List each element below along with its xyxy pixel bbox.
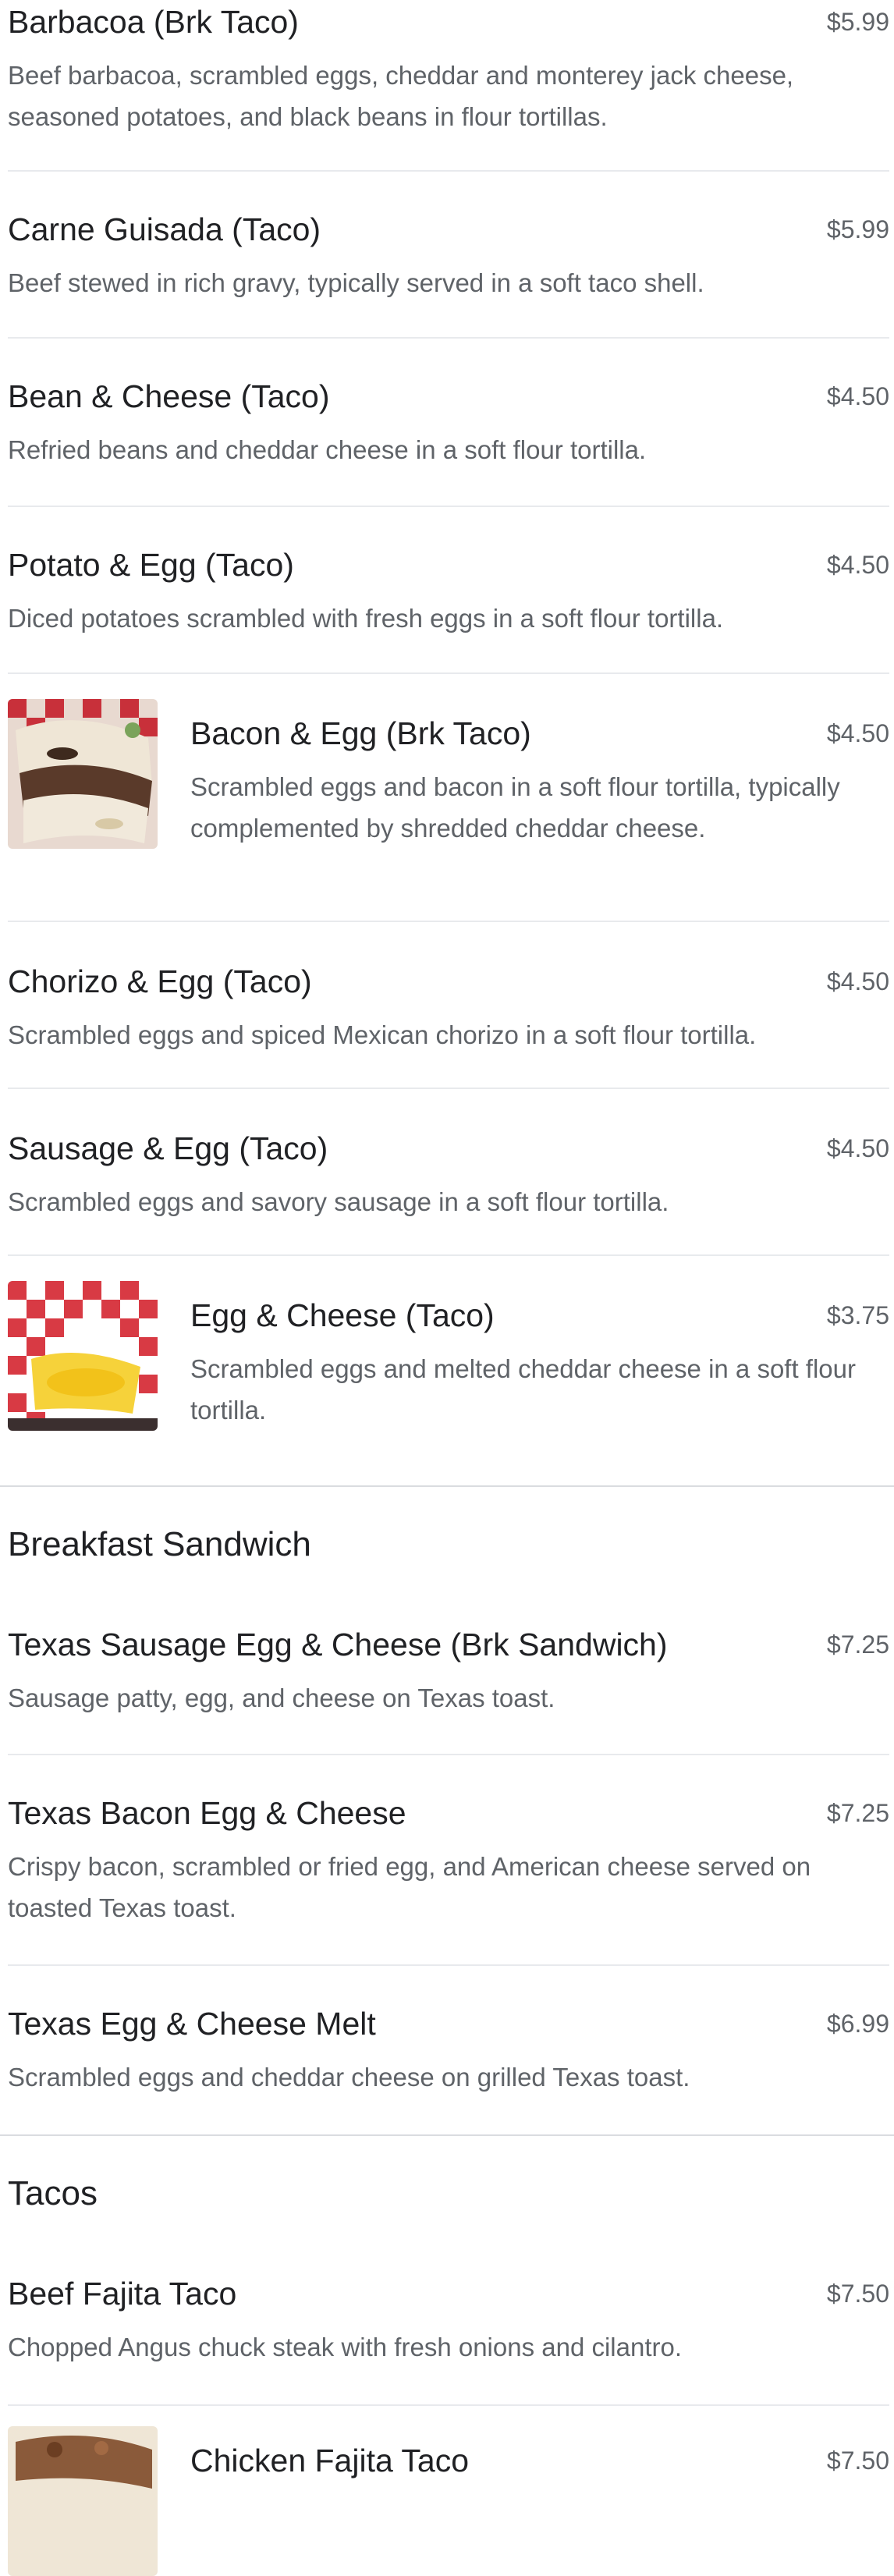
item-description: Beef barbacoa, scrambled eggs, cheddar a… (8, 61, 794, 131)
item-description: Scrambled eggs and savory sausage in a s… (8, 1187, 669, 1216)
section-divider (0, 2134, 894, 2136)
item-price: $5.99 (826, 215, 889, 243)
menu-page: Barbacoa (Brk Taco) $5.99 Beef barbacoa,… (0, 0, 894, 2576)
item-price: $4.50 (826, 719, 889, 747)
item-title: Texas Sausage Egg & Cheese (Brk Sandwich… (8, 1627, 668, 1662)
item-title: Chicken Fajita Taco (190, 2443, 470, 2478)
item-description: Diced potatoes scrambled with fresh eggs… (8, 604, 724, 633)
divider (8, 506, 889, 507)
item-description: Scrambled eggs and bacon in a soft flour… (190, 772, 840, 843)
item-title: Barbacoa (Brk Taco) (8, 4, 299, 40)
item-description: Scrambled eggs and spiced Mexican choriz… (8, 1020, 757, 1049)
item-description: Chopped Angus chuck steak with fresh oni… (8, 2333, 683, 2361)
divider (8, 921, 889, 922)
item-price: $4.50 (826, 1134, 889, 1162)
item-price: $4.50 (826, 551, 889, 579)
divider (8, 1964, 889, 1966)
item-photo[interactable] (8, 2426, 158, 2576)
section-divider (0, 1485, 894, 1487)
item-title: Chorizo & Egg (Taco) (8, 963, 312, 999)
divider (8, 1254, 889, 1256)
item-title: Carne Guisada (Taco) (8, 211, 321, 247)
item-description: Beef stewed in rich gravy, typically ser… (8, 268, 704, 297)
divider (8, 1754, 889, 1755)
divider (8, 2404, 889, 2406)
item-description: Refried beans and cheddar cheese in a so… (8, 435, 647, 464)
item-price: $7.25 (826, 1799, 889, 1827)
item-description: Scrambled eggs and melted cheddar cheese… (190, 1354, 857, 1425)
item-description: Sausage patty, egg, and cheese on Texas … (8, 1684, 555, 1712)
item-title: Potato & Egg (Taco) (8, 547, 294, 583)
item-photo[interactable] (8, 699, 158, 849)
item-price: $4.50 (826, 382, 889, 410)
item-description: Crispy bacon, scrambled or fried egg, an… (8, 1852, 811, 1922)
item-price: $5.99 (826, 8, 889, 36)
item-title: Bacon & Egg (Brk Taco) (190, 715, 531, 751)
item-title: Texas Egg & Cheese Melt (8, 2006, 376, 2042)
item-price: $3.75 (826, 1301, 889, 1329)
item-photo[interactable] (8, 1281, 158, 1431)
item-price: $7.50 (826, 2280, 889, 2308)
divider (8, 337, 889, 339)
divider (8, 672, 889, 674)
item-title: Sausage & Egg (Taco) (8, 1130, 328, 1166)
item-price: $6.99 (826, 2010, 889, 2038)
divider (8, 1088, 889, 1089)
item-price: $4.50 (826, 967, 889, 995)
item-title: Texas Bacon Egg & Cheese (8, 1795, 406, 1831)
item-description: Scrambled eggs and cheddar cheese on gri… (8, 2063, 690, 2092)
item-price: $7.50 (826, 2446, 889, 2475)
section-heading: Tacos (8, 2174, 98, 2212)
divider (8, 170, 889, 172)
section-heading: Breakfast Sandwich (8, 1525, 311, 1563)
item-title: Beef Fajita Taco (8, 2276, 237, 2312)
item-title: Egg & Cheese (Taco) (190, 1297, 495, 1333)
item-price: $7.25 (826, 1630, 889, 1659)
item-title: Bean & Cheese (Taco) (8, 378, 330, 414)
